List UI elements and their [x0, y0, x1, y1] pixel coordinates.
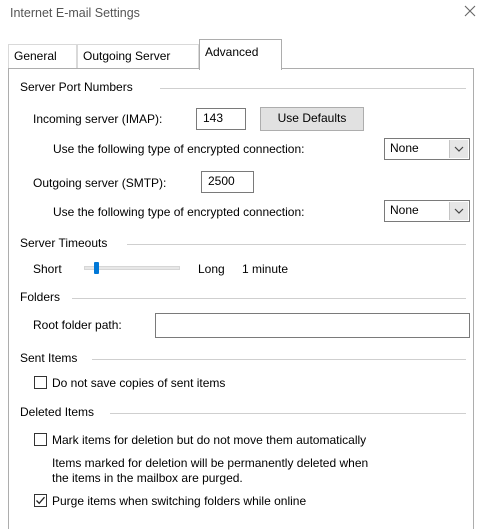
- tab-general[interactable]: General: [8, 44, 77, 69]
- folders-label: Folders: [20, 290, 61, 304]
- server-port-numbers-label: Server Port Numbers: [20, 80, 133, 94]
- group-divider: [110, 413, 466, 414]
- close-button[interactable]: [459, 0, 481, 22]
- encryption-select-outgoing[interactable]: None: [384, 200, 470, 222]
- purge-items-label[interactable]: Purge items when switching folders while…: [52, 494, 306, 508]
- encryption-label-outgoing: Use the following type of encrypted conn…: [53, 205, 305, 219]
- group-divider: [160, 88, 466, 89]
- chevron-down-icon: [449, 140, 468, 158]
- slider-thumb[interactable]: [94, 262, 99, 274]
- tab-advanced[interactable]: Advanced: [199, 39, 282, 70]
- group-divider: [127, 244, 466, 245]
- tab-bar: General Outgoing Server Advanced: [8, 39, 472, 70]
- group-divider: [92, 359, 466, 360]
- window-title: Internet E-mail Settings: [10, 6, 140, 20]
- encryption-select-incoming[interactable]: None: [384, 138, 470, 160]
- use-defaults-button[interactable]: Use Defaults: [260, 107, 364, 131]
- mark-for-deletion-label[interactable]: Mark items for deletion but do not move …: [52, 433, 366, 447]
- checkmark-icon: [36, 496, 45, 505]
- encryption-select-outgoing-value: None: [390, 203, 419, 217]
- encryption-label-incoming: Use the following type of encrypted conn…: [53, 142, 305, 156]
- timeout-short-label: Short: [33, 262, 62, 276]
- purge-items-checkbox[interactable]: [34, 494, 47, 507]
- group-divider: [72, 298, 466, 299]
- root-folder-input[interactable]: [155, 313, 470, 338]
- timeout-slider[interactable]: [84, 262, 180, 276]
- incoming-server-label: Incoming server (IMAP):: [33, 112, 163, 126]
- sent-items-label: Sent Items: [20, 351, 78, 365]
- timeout-long-label: Long: [198, 262, 225, 276]
- root-folder-label: Root folder path:: [33, 318, 122, 332]
- tab-general-label: General: [14, 49, 57, 63]
- tab-advanced-label: Advanced: [205, 45, 259, 59]
- no-copies-checkbox[interactable]: [34, 376, 47, 389]
- outgoing-server-label: Outgoing server (SMTP):: [33, 176, 167, 190]
- outgoing-port-input[interactable]: 2500: [201, 171, 254, 193]
- deletion-note-line1: Items marked for deletion will be perman…: [52, 456, 369, 470]
- mark-for-deletion-checkbox[interactable]: [34, 433, 47, 446]
- deleted-items-label: Deleted Items: [20, 405, 95, 419]
- incoming-port-input[interactable]: 143: [196, 108, 246, 130]
- encryption-select-incoming-value: None: [390, 141, 419, 155]
- server-timeouts-label: Server Timeouts: [20, 236, 108, 250]
- deletion-note-line2: the items in the mailbox are purged.: [52, 471, 243, 485]
- tab-outgoing-server[interactable]: Outgoing Server: [77, 44, 199, 69]
- timeout-value: 1 minute: [242, 262, 289, 276]
- no-copies-label[interactable]: Do not save copies of sent items: [52, 376, 225, 390]
- tab-outgoing-server-label: Outgoing Server: [83, 49, 171, 63]
- chevron-down-icon: [449, 202, 468, 220]
- close-icon: [464, 5, 476, 17]
